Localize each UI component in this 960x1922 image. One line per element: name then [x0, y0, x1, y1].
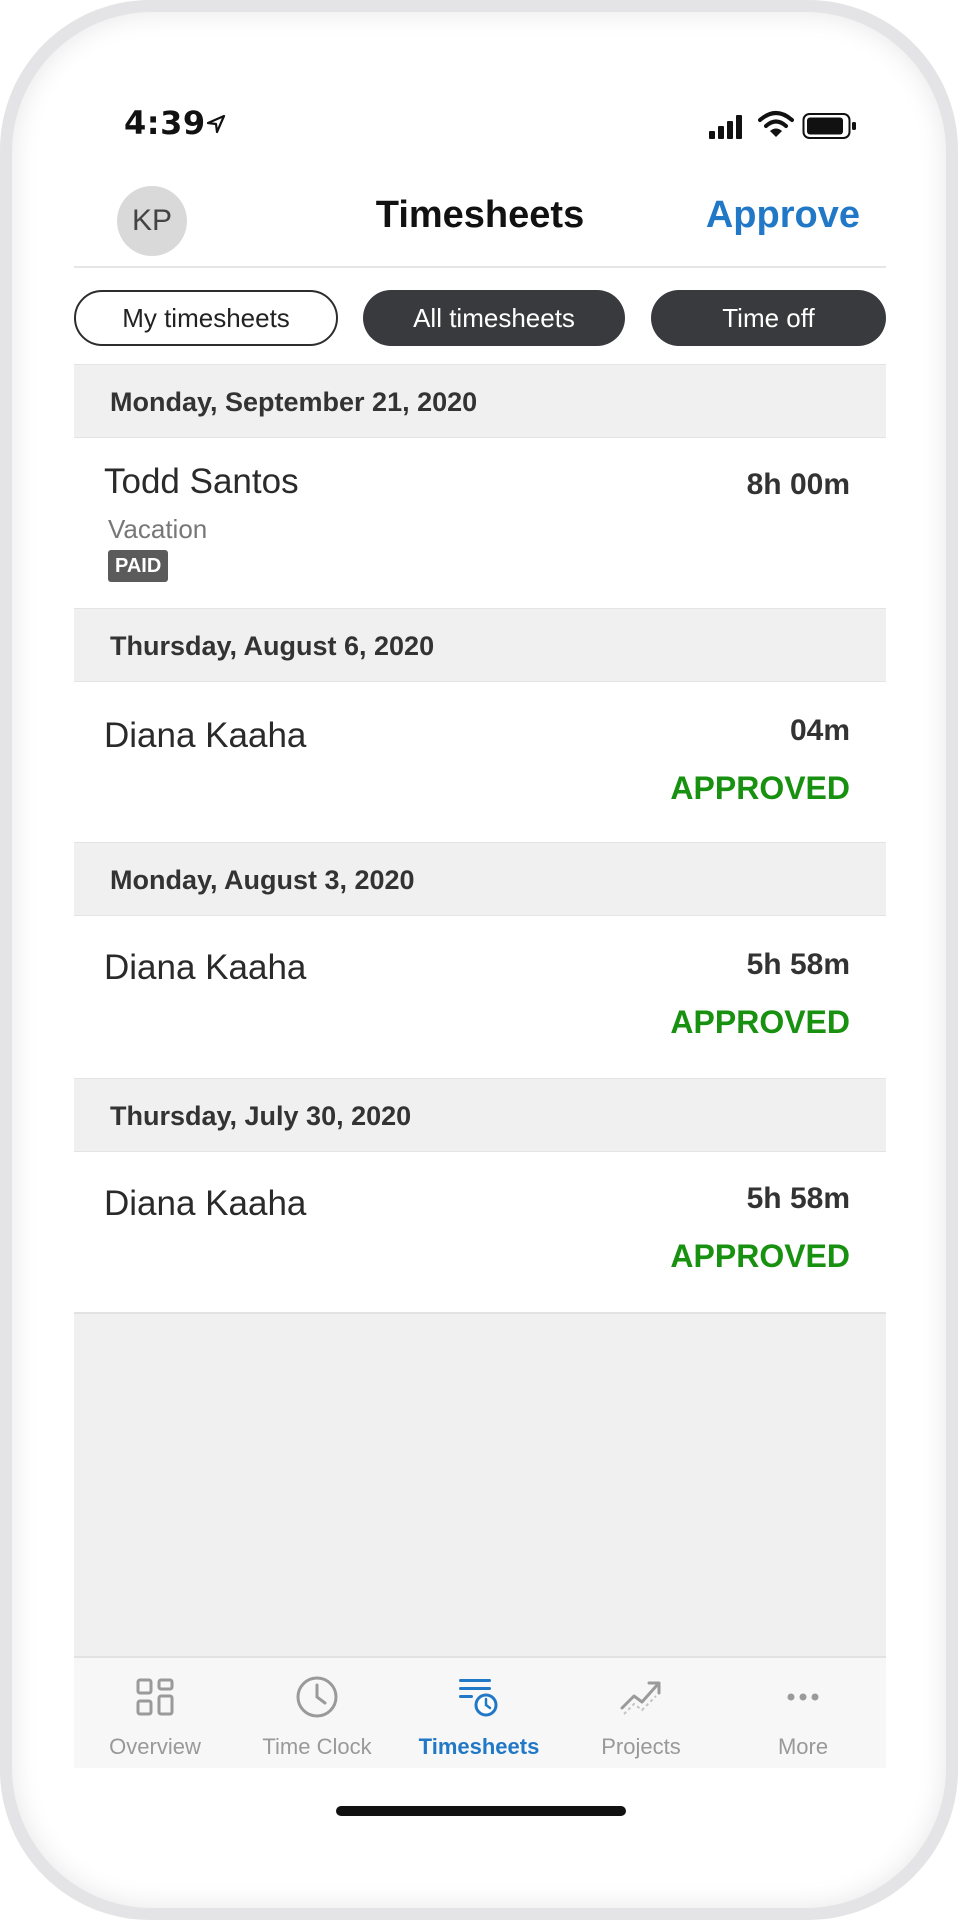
- device-frame: 4:39 KP Timesheets Approve My timesheets…: [0, 0, 960, 1922]
- date-label: Thursday, July 30, 2020: [110, 1101, 412, 1131]
- battery-icon: [802, 113, 856, 139]
- date-header: Thursday, August 6, 2020: [74, 608, 886, 682]
- date-label: Monday, September 21, 2020: [110, 387, 478, 417]
- nav-label: Projects: [601, 1734, 681, 1759]
- home-indicator[interactable]: [336, 1806, 626, 1816]
- nav-timesheets[interactable]: Timesheets: [398, 1658, 560, 1768]
- header-divider: [74, 266, 886, 268]
- entry-duration: 5h 58m: [746, 1182, 850, 1215]
- approval-status: APPROVED: [670, 770, 850, 806]
- nav-time-clock[interactable]: Time Clock: [236, 1658, 398, 1768]
- entry-duration: 04m: [789, 714, 850, 747]
- approval-status: APPROVED: [670, 1004, 850, 1040]
- timesheet-entry[interactable]: Diana Kaaha 5h 58m APPROVED: [74, 916, 886, 1078]
- entry-duration: 5h 58m: [746, 948, 850, 981]
- date-header: Monday, September 21, 2020: [74, 364, 886, 438]
- nav-label: More: [777, 1734, 829, 1759]
- nav-label: Time Clock: [262, 1734, 372, 1759]
- employee-name: Todd Santos: [104, 462, 299, 501]
- timesheet-entry[interactable]: Diana Kaaha 04m APPROVED: [74, 682, 886, 842]
- timesheet-entry[interactable]: Diana Kaaha 5h 58m APPROVED: [74, 1152, 886, 1312]
- nav-overview[interactable]: Overview: [74, 1658, 236, 1768]
- nav-label: Timesheets: [418, 1734, 540, 1759]
- trend-icon: [620, 1681, 661, 1715]
- timesheet-entry[interactable]: Todd Santos Vacation PAID 8h 00m: [74, 438, 886, 608]
- bottom-tab-bar: Overview Time Clock Timesheets Projects …: [74, 1656, 886, 1768]
- date-label: Monday, August 3, 2020: [110, 865, 415, 895]
- tab-all-timesheets[interactable]: All timesheets: [363, 290, 625, 346]
- date-header: Monday, August 3, 2020: [74, 842, 886, 916]
- grid-icon: [136, 1678, 174, 1716]
- entry-duration: 8h 00m: [746, 468, 850, 501]
- cellular-signal-icon: [709, 115, 742, 139]
- nav-label: Overview: [109, 1734, 201, 1759]
- nav-more[interactable]: More: [722, 1658, 884, 1768]
- entry-type: Vacation: [108, 514, 208, 544]
- paid-badge: PAID: [108, 550, 169, 582]
- list-empty-space: [74, 1312, 886, 1656]
- tab-time-off[interactable]: Time off: [651, 290, 886, 346]
- approval-status: APPROVED: [670, 1238, 850, 1274]
- tab-my-timesheets[interactable]: My timesheets: [74, 290, 338, 346]
- date-label: Thursday, August 6, 2020: [110, 631, 435, 661]
- employee-name: Diana Kaaha: [104, 716, 307, 755]
- clock-icon: [296, 1676, 338, 1718]
- location-arrow-icon: [206, 114, 226, 134]
- employee-name: Diana Kaaha: [104, 948, 307, 987]
- date-header: Thursday, July 30, 2020: [74, 1078, 886, 1152]
- timesheets-icon: [459, 1679, 498, 1717]
- employee-name: Diana Kaaha: [104, 1184, 307, 1223]
- avatar[interactable]: KP: [117, 186, 187, 256]
- more-icon: [787, 1693, 819, 1701]
- avatar-initials: KP: [131, 204, 173, 237]
- wifi-icon: [758, 111, 794, 137]
- nav-projects[interactable]: Projects: [560, 1658, 722, 1768]
- page-title: Timesheets: [375, 194, 585, 236]
- status-time: 4:39: [124, 104, 206, 142]
- approve-button[interactable]: Approve: [690, 194, 860, 237]
